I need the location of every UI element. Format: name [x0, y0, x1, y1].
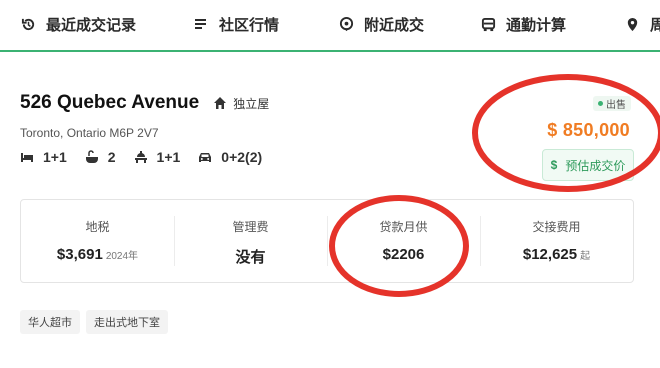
- stat-label: 交接费用: [532, 220, 581, 234]
- car-icon: [198, 150, 212, 164]
- stat-label: 管理费: [232, 220, 269, 234]
- nav-label: 通勤计算: [506, 16, 567, 34]
- listing-address: Toronto, Ontario M6P 2V7: [20, 126, 159, 140]
- nav-label: 社区行情: [219, 16, 280, 34]
- status-label: 出售: [606, 100, 626, 111]
- stat-label: 地税: [85, 220, 110, 234]
- feature-parking: 0+2(2): [198, 149, 262, 165]
- listing-header: 526 Quebec Avenue 独立屋: [20, 92, 269, 114]
- tag-walkout-basement[interactable]: 走出式地下室: [86, 310, 168, 334]
- cost-summary-panel: 地税 $3,691 2024年 管理费 没有 贷款月供 $2206 交接费用 $1…: [20, 199, 634, 283]
- nav-label: 最近成交记录: [46, 16, 137, 34]
- bed-icon: [20, 150, 34, 164]
- feature-tags: 华人超市 走出式地下室: [20, 310, 174, 334]
- nav-item-commute[interactable]: 通勤计算: [480, 13, 566, 35]
- stat-property-tax: 地税 $3,691 2024年: [21, 200, 174, 282]
- kitchen-icon: [134, 150, 148, 164]
- nav-item-nearby-sales[interactable]: 附近成交: [338, 13, 424, 35]
- stat-value-wrap: $2206: [327, 246, 480, 263]
- listing-title: 526 Quebec Avenue: [20, 92, 200, 113]
- stat-value: $2206: [382, 246, 425, 263]
- stat-value-wrap: $3,691 2024年: [21, 246, 174, 263]
- feature-value: 1+1: [43, 149, 67, 165]
- listing-price: $ 850,000: [547, 120, 630, 140]
- feature-bathrooms: 2: [85, 149, 116, 165]
- dollar-icon: $: [550, 158, 558, 172]
- feature-value: 1+1: [156, 149, 181, 165]
- feature-list: 1+1 2 1+1 0+2(2): [20, 149, 280, 165]
- top-nav: 最近成交记录 社区行情 附近成交 通勤计算 周: [0, 0, 660, 52]
- stat-value: 没有: [235, 249, 266, 266]
- stat-closing-costs[interactable]: 交接费用 $12,625 起: [480, 200, 633, 282]
- map-pin-icon: [624, 16, 640, 32]
- bus-icon: [480, 16, 496, 32]
- stat-value-wrap: 没有: [174, 246, 327, 267]
- location-pin-icon: [338, 16, 354, 32]
- stat-label: 贷款月供: [379, 220, 428, 234]
- stat-value: $3,691: [56, 246, 103, 263]
- nav-item-surroundings[interactable]: 周: [624, 13, 660, 35]
- estimate-price-button[interactable]: $ 预估成交价: [542, 149, 634, 181]
- bath-icon: [85, 150, 99, 164]
- stat-suffix: 起: [580, 251, 591, 262]
- nav-item-community-market[interactable]: 社区行情: [193, 13, 279, 35]
- house-icon: [213, 96, 227, 110]
- tag-chinese-supermarket[interactable]: 华人超市: [20, 310, 80, 334]
- feature-value: 2: [107, 149, 116, 165]
- nav-item-recent-sales[interactable]: 最近成交记录: [20, 13, 136, 35]
- stat-value: $12,625: [522, 246, 578, 263]
- status-badge: 出售: [593, 96, 631, 111]
- stat-maintenance-fee: 管理费 没有: [174, 200, 327, 282]
- stat-value-wrap: $12,625 起: [480, 246, 633, 263]
- feature-value: 0+2(2): [221, 149, 263, 165]
- feature-bedrooms: 1+1: [20, 149, 67, 165]
- nav-label: 附近成交: [364, 16, 425, 34]
- feature-kitchens: 1+1: [134, 149, 181, 165]
- stat-suffix: 2024年: [105, 251, 139, 262]
- history-icon: [20, 16, 36, 32]
- status-dot-icon: [598, 101, 603, 106]
- property-type: 独立屋: [233, 96, 270, 111]
- estimate-button-label: 预估成交价: [565, 158, 626, 173]
- stat-mortgage-payment[interactable]: 贷款月供 $2206: [327, 200, 480, 282]
- nav-label: 周: [650, 16, 660, 34]
- list-icon: [193, 16, 209, 32]
